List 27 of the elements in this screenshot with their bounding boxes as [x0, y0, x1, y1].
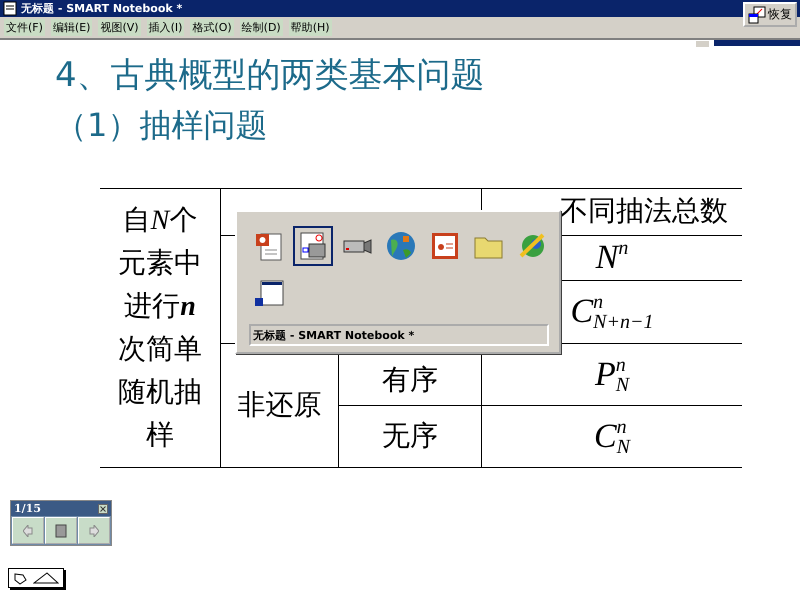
right-arrow-icon — [89, 524, 99, 536]
menu-item[interactable]: 帮助(H) — [288, 19, 332, 36]
close-icon[interactable] — [98, 504, 108, 514]
triangle-icon[interactable] — [33, 572, 59, 584]
notebook-icon — [2, 1, 18, 16]
menu-item[interactable]: 格式(O) — [190, 19, 234, 36]
menu-item[interactable]: 编辑(E) — [50, 19, 92, 36]
page-number: 1/15 — [14, 502, 41, 515]
left-arrow-icon — [23, 524, 33, 536]
page-sorter-button[interactable] — [45, 517, 77, 544]
globe-icon — [385, 230, 417, 262]
slide-title: 4、古典概型的两类基本问题 — [55, 54, 486, 97]
restore-button[interactable]: 恢复 — [743, 2, 797, 27]
windows-icon — [748, 6, 766, 24]
menu-item[interactable]: 视图(V) — [98, 19, 141, 36]
page-icon — [55, 524, 67, 538]
window-caption: 无标题 - SMART Notebook * — [249, 324, 549, 346]
app-tile[interactable] — [293, 226, 333, 266]
menu-item[interactable]: 插入(I) — [146, 19, 184, 36]
table-cell-text: 自N个元素中进行n 次简单随机抽样 — [117, 204, 203, 453]
table-cell: 无序 — [338, 406, 481, 467]
pen-icon[interactable] — [13, 571, 27, 585]
presentation-icon — [429, 230, 461, 262]
menu-item[interactable]: 文件(F) — [4, 19, 45, 36]
menu-item[interactable]: 绘制(D) — [240, 19, 283, 36]
slide-subtitle: （1）抽样问题 — [55, 105, 268, 146]
window-title: 无标题 - SMART Notebook * — [21, 1, 182, 16]
